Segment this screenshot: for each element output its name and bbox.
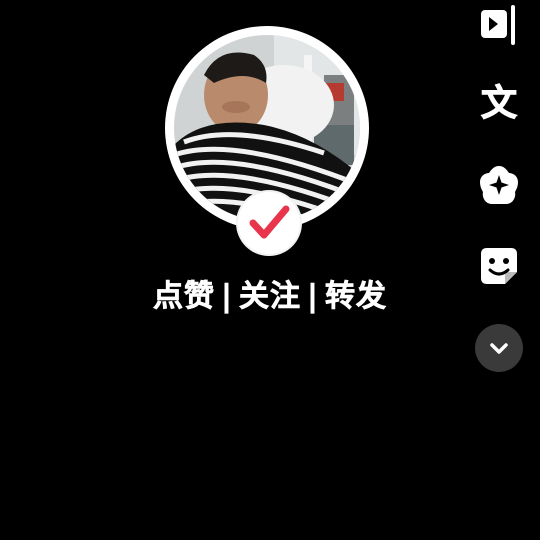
caption-text: 点赞 | 关注 | 转发 bbox=[0, 277, 540, 317]
more-tools-button[interactable] bbox=[475, 324, 523, 372]
caption-like: 点赞 bbox=[153, 279, 216, 315]
flip-button[interactable] bbox=[474, 0, 524, 50]
text-tool-button[interactable]: 文 bbox=[474, 79, 524, 129]
checkmark-icon bbox=[249, 205, 290, 239]
effects-button[interactable] bbox=[474, 160, 524, 210]
caption-share: 转发 bbox=[324, 279, 387, 315]
checkmark-badge bbox=[238, 192, 300, 254]
caption-separator: | bbox=[221, 279, 233, 315]
sticker-icon bbox=[481, 248, 517, 284]
sticker-button[interactable] bbox=[474, 241, 524, 291]
effects-icon bbox=[480, 166, 518, 204]
caption-follow: 关注 bbox=[239, 279, 301, 315]
text-icon: 文 bbox=[480, 83, 517, 124]
caption-separator: | bbox=[307, 279, 319, 315]
flip-icon bbox=[481, 5, 515, 45]
editor-canvas: 点赞 | 关注 | 转发 文 bbox=[0, 0, 540, 540]
chevron-down-icon bbox=[490, 343, 508, 354]
